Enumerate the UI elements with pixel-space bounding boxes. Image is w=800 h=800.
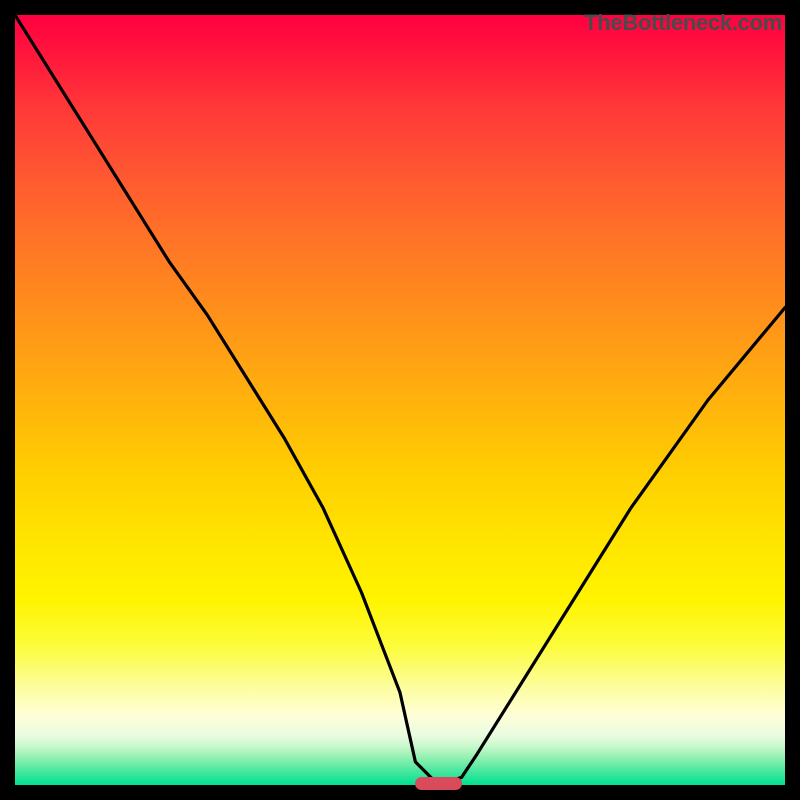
plot-area <box>15 15 785 785</box>
optimal-marker <box>415 777 461 790</box>
bottleneck-curve <box>15 15 785 785</box>
chart-container: TheBottleneck.com <box>0 0 800 800</box>
watermark-text: TheBottleneck.com <box>584 10 782 36</box>
